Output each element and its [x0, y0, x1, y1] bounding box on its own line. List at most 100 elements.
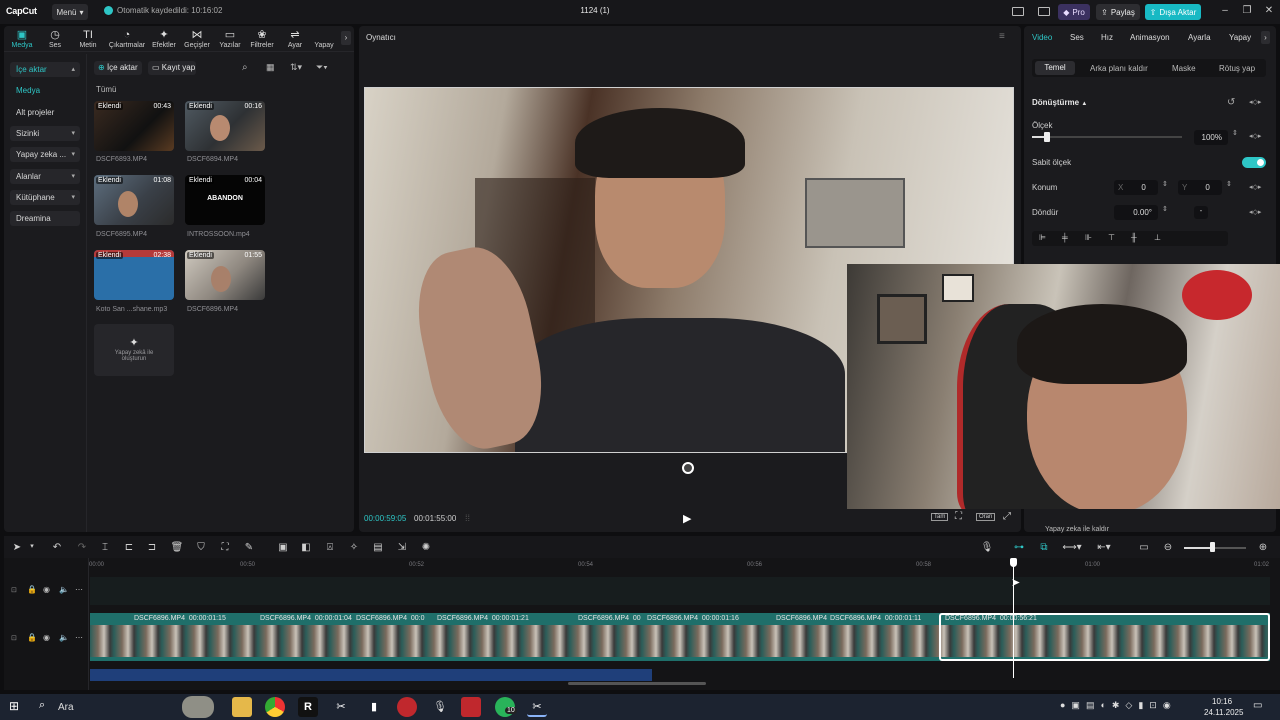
freeze-icon[interactable]: ▣ — [276, 542, 290, 553]
tab-adjust[interactable]: Ayarla — [1188, 33, 1211, 42]
export-button[interactable]: ⇧ Dışa Aktar — [1145, 4, 1201, 20]
play-icon[interactable]: ▶ — [683, 512, 691, 525]
microphone-app-icon[interactable]: 🎙 — [430, 697, 450, 717]
lock-icon[interactable]: 🔒 — [27, 633, 37, 642]
undo-icon[interactable]: ↶ — [50, 542, 64, 553]
app-r-icon[interactable]: R — [298, 697, 318, 717]
stepper-icon[interactable]: ⇕ — [1162, 205, 1168, 213]
filter-funnel-icon[interactable]: ⏷▾ — [316, 62, 328, 73]
ratio-button[interactable]: Oran — [976, 513, 996, 521]
tab-text[interactable]: TI Metin — [71, 28, 105, 49]
zoom-in-icon[interactable]: ⊕ — [1256, 542, 1270, 553]
zoom-slider-handle[interactable] — [1210, 542, 1215, 552]
align-center-icon[interactable]: ╪ — [1062, 233, 1068, 242]
audio-track-clip[interactable] — [90, 669, 652, 681]
sidebar-item-spaces[interactable]: Alanlar ▾ — [10, 169, 80, 184]
media-item[interactable]: Eklendi 02:38 — [94, 250, 174, 300]
scale-slider-handle[interactable] — [1044, 132, 1050, 142]
media-item[interactable]: Eklendi 01:08 — [94, 175, 174, 225]
zoom-slider[interactable] — [1184, 547, 1246, 549]
mirror-icon[interactable]: ◧ — [299, 542, 313, 553]
cutout-icon[interactable]: ⍓ — [323, 542, 337, 553]
position-x-field[interactable]: X0 — [1114, 180, 1158, 195]
stepper-icon[interactable]: ⇕ — [1232, 129, 1238, 137]
pro-button[interactable]: ◆ Pro — [1058, 4, 1090, 20]
ai-generate-card[interactable]: ✦ Yapay zekâ ile oluşturun — [94, 324, 174, 376]
tab-media[interactable]: ▣ Medya — [5, 28, 39, 49]
ai-remove-label[interactable]: Yapay zeka ile kaldır — [1045, 526, 1109, 533]
preview-axis-icon[interactable]: ⇤▾ — [1094, 542, 1114, 553]
tab-effects[interactable]: ✦ Efektler — [147, 28, 181, 49]
file-explorer-icon[interactable] — [232, 697, 252, 717]
scale-slider-track[interactable] — [1032, 136, 1182, 138]
tab-ai[interactable]: Yapay — [1229, 33, 1251, 42]
voicemod-icon[interactable] — [461, 697, 481, 717]
align-middle-icon[interactable]: ╫ — [1131, 233, 1137, 242]
timecode-grid-icon[interactable]: ⁞⁞ — [465, 513, 470, 523]
crop-icon[interactable]: ⛶ — [955, 511, 962, 522]
sidebar-item-dreamina[interactable]: Dreamina — [10, 211, 80, 226]
sidebar-item-subprojects[interactable]: Alt projeler — [10, 105, 80, 120]
align-left-icon[interactable]: ⊫ — [1039, 233, 1046, 242]
link-icon[interactable]: ⊶ — [1012, 542, 1026, 553]
shortcut-icon[interactable] — [1038, 7, 1050, 16]
media-item[interactable]: Eklendi 00:04 ABANDON — [185, 175, 265, 225]
speaker-icon[interactable]: 🔈 — [59, 633, 69, 642]
keyframe-icon[interactable]: ◂◇▸ — [1249, 183, 1261, 191]
media-item[interactable]: Eklendi 01:55 — [185, 250, 265, 300]
share-button[interactable]: ⇪ Paylaş — [1096, 4, 1140, 20]
whatsapp-icon[interactable]: 10 — [495, 697, 517, 717]
minimize-icon[interactable]: – — [1217, 5, 1233, 16]
chrome-icon[interactable] — [265, 697, 285, 717]
more-icon[interactable]: ⋯ — [75, 585, 83, 594]
media-item[interactable]: Eklendi 00:43 — [94, 101, 174, 151]
align-right-icon[interactable]: ⊪ — [1085, 233, 1092, 242]
chevron-right-icon[interactable]: › — [1261, 31, 1270, 44]
maximize-icon[interactable]: ❐ — [1239, 5, 1255, 16]
flip-button[interactable]: - — [1194, 206, 1208, 219]
media-item[interactable]: Eklendi 00:16 — [185, 101, 265, 151]
microphone-icon[interactable]: 🎙 — [980, 542, 994, 553]
tab-stickers[interactable]: ◔ Çıkartmalar — [107, 28, 147, 49]
scale-value[interactable]: 100% — [1194, 130, 1228, 145]
smart-icon[interactable]: ✺ — [419, 542, 433, 553]
marker-icon[interactable]: ⛉ — [194, 542, 208, 553]
rotate-handle-icon[interactable] — [682, 462, 694, 474]
tab-speed[interactable]: Hız — [1101, 33, 1113, 42]
export-clip-icon[interactable]: ⇲ — [395, 542, 409, 553]
split-left-icon[interactable]: ⊏ — [122, 542, 136, 553]
captions-toggle-icon[interactable]: ▭ — [1137, 542, 1151, 553]
tab-transitions[interactable]: ⋈ Geçişler — [180, 28, 214, 49]
snap-icon[interactable]: ⟷▾ — [1062, 542, 1082, 553]
tab-captions[interactable]: ▭ Yazılar — [213, 28, 247, 49]
reset-icon[interactable]: ↺ — [1227, 97, 1235, 108]
menu-lines-icon[interactable]: ≡ — [999, 31, 1005, 42]
subtab-remove-bg[interactable]: Arka planı kaldır — [1090, 64, 1148, 73]
chevron-right-icon[interactable]: › — [341, 31, 351, 45]
tab-audio[interactable]: ◷ Ses — [38, 28, 72, 49]
sidebar-item-yours[interactable]: Sizinki ▾ — [10, 126, 80, 141]
tab-video[interactable]: Video — [1032, 33, 1052, 42]
playhead-handle[interactable] — [1010, 558, 1017, 567]
position-y-field[interactable]: Y0 — [1178, 180, 1222, 195]
eye-icon[interactable]: ◉ — [43, 633, 50, 642]
zoom-out-icon[interactable]: ⊖ — [1161, 542, 1175, 553]
widgets-icon[interactable] — [182, 696, 214, 718]
captions-icon[interactable]: ▤ — [371, 542, 385, 553]
record-button[interactable]: ▭ Kayıt yap — [148, 61, 196, 75]
uniform-scale-toggle[interactable] — [1242, 157, 1266, 168]
import-button[interactable]: ⊕ İçe aktar — [94, 61, 142, 75]
lock-icon[interactable]: 🔒 — [27, 585, 37, 594]
split-icon[interactable]: ⌶ — [98, 542, 112, 553]
sidebar-item-import[interactable]: İçe aktar ▴ — [10, 62, 80, 77]
crop-icon[interactable]: ⛶ — [218, 542, 232, 553]
align-top-icon[interactable]: ⊤ — [1108, 233, 1115, 242]
stepper-icon[interactable]: ⇕ — [1226, 180, 1232, 188]
media-app-icon[interactable] — [397, 697, 417, 717]
tab-audio[interactable]: Ses — [1070, 33, 1084, 42]
overlay-track[interactable] — [90, 577, 1270, 605]
sort-icon[interactable]: ⇅▾ — [290, 62, 302, 73]
stepper-icon[interactable]: ⇕ — [1162, 180, 1168, 188]
sidebar-item-media[interactable]: Medya — [10, 83, 80, 98]
pointer-icon[interactable]: ➤ — [10, 542, 24, 553]
